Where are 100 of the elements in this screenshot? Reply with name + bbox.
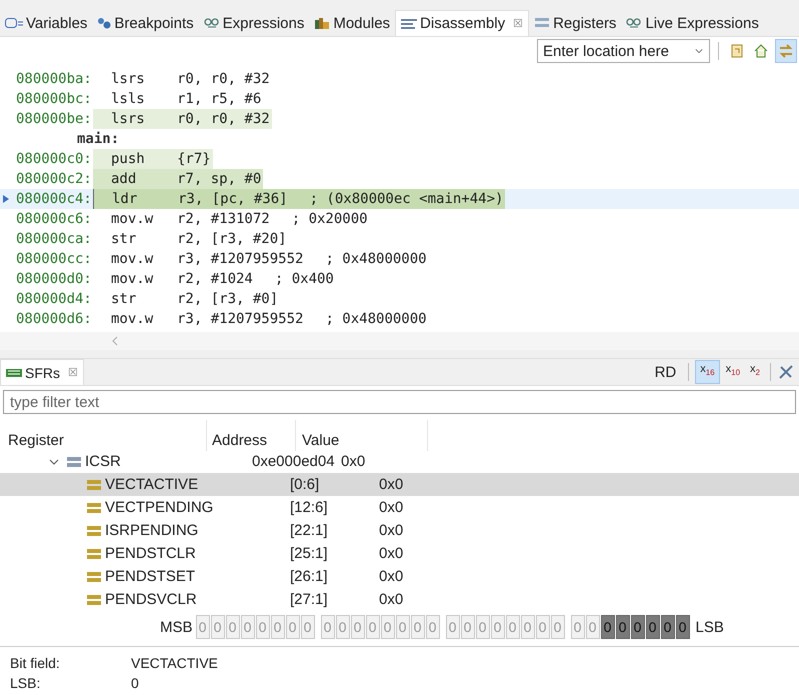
- detail-value: 0: [131, 675, 139, 693]
- view-tab[interactable]: Modules: [309, 10, 396, 36]
- lines-icon: [401, 18, 418, 28]
- tools-button[interactable]: [777, 363, 795, 381]
- register-name: ICSR: [85, 453, 121, 470]
- view-tab[interactable]: Expressions: [198, 10, 310, 36]
- view-tab[interactable]: Variables: [0, 10, 92, 36]
- address-text: 080000c2:: [16, 171, 93, 187]
- bit-range-cell-text: [25:1]: [289, 545, 329, 562]
- bit-cell[interactable]: 0: [520, 615, 535, 639]
- scroll-left-icon[interactable]: [112, 336, 118, 346]
- dropdown-caret-icon[interactable]: [695, 48, 703, 54]
- view-tab[interactable]: Registers: [529, 10, 622, 36]
- chevron-icon[interactable]: [49, 458, 59, 464]
- bit-range-cell-text: [27:1]: [289, 591, 329, 608]
- bit-range-cell-text: [0:6]: [289, 476, 320, 493]
- address-text: 080000bc:: [16, 91, 93, 107]
- bit-cell[interactable]: 0: [460, 615, 475, 639]
- lsb-label: LSB: [696, 618, 724, 636]
- value-cell-text: 0x0: [340, 453, 366, 470]
- bit-cell[interactable]: 0: [226, 615, 240, 639]
- column-header[interactable]: Value: [296, 420, 428, 451]
- glasses-icon: [204, 17, 220, 29]
- close-icon[interactable]: ☒: [68, 366, 78, 379]
- close-icon[interactable]: ☒: [513, 17, 524, 30]
- bit-cell[interactable]: 0: [300, 615, 315, 639]
- read-button[interactable]: RD: [648, 362, 682, 382]
- document-icon: [729, 43, 745, 59]
- bit-cell[interactable]: 0: [586, 615, 600, 639]
- bit-cell[interactable]: 0: [380, 615, 395, 639]
- address-text: 080000d4:: [16, 291, 93, 307]
- bit-cell[interactable]: 0: [676, 615, 690, 639]
- bit-cell[interactable]: 0: [616, 615, 630, 639]
- radix-button[interactable]: x$_{10}$: [722, 361, 744, 383]
- bit-cell[interactable]: 0: [256, 615, 270, 639]
- detail-label: LSB:: [10, 675, 42, 693]
- field-name: PENDSTCLR: [105, 545, 196, 562]
- bit-cell[interactable]: 0: [536, 615, 550, 639]
- bit-cell[interactable]: 0: [210, 615, 225, 639]
- field-row[interactable]: ISRPENDING [22:1] 0x0: [0, 519, 799, 542]
- bit-cell[interactable]: 0: [320, 615, 335, 639]
- bit-cell[interactable]: 0: [396, 615, 410, 639]
- bit-cell[interactable]: 0: [286, 615, 300, 639]
- bit-cell[interactable]: 0: [630, 615, 645, 639]
- location-dropdown[interactable]: Enter location here: [537, 39, 710, 63]
- value-cell-text: 0x0: [378, 568, 404, 585]
- field-row[interactable]: VECTPENDING [12:6] 0x0: [0, 496, 799, 519]
- bit-cell[interactable]: 0: [660, 615, 675, 639]
- field-row[interactable]: VECTACTIVE [0:6] 0x0: [0, 473, 799, 496]
- bit-cell[interactable]: 0: [476, 615, 490, 639]
- bit-cell[interactable]: 0: [426, 615, 440, 639]
- detail-value: VECTACTIVE: [131, 655, 218, 673]
- instruction-text: lsrs r0, r0, #32: [110, 70, 271, 89]
- bit-cell[interactable]: 0: [350, 615, 365, 639]
- field-row[interactable]: PENDSVCLR [27:1] 0x0: [0, 588, 799, 610]
- address-text: 080000d6:: [16, 311, 93, 327]
- view-tab[interactable]: Live Expressions: [621, 10, 764, 36]
- column-header[interactable]: Address: [207, 420, 296, 451]
- toolbar-button[interactable]: [775, 39, 797, 63]
- bit-cell[interactable]: 0: [646, 615, 660, 639]
- bit-range-cell-text: [22:1]: [289, 522, 329, 539]
- field-row[interactable]: PENDSTCLR [25:1] 0x0: [0, 542, 799, 565]
- bit-cell[interactable]: 0: [600, 615, 615, 639]
- bit-cell[interactable]: 0: [336, 615, 350, 639]
- bit-range-cell-text: [26:1]: [289, 568, 329, 585]
- bit-cell[interactable]: 0: [490, 615, 505, 639]
- bit-cell[interactable]: 0: [446, 615, 460, 639]
- instruction-text: add r7, sp, #0: [93, 169, 264, 189]
- view-tab[interactable]: Breakpoints: [92, 10, 199, 36]
- sfrs-tab[interactable]: SFRs ☒: [0, 359, 84, 385]
- bit-cell[interactable]: 0: [240, 615, 255, 639]
- bit-cell[interactable]: 0: [570, 615, 585, 639]
- variables-icon: [5, 18, 23, 28]
- bit-cell[interactable]: 0: [196, 615, 210, 639]
- bit-cell[interactable]: 0: [270, 615, 285, 639]
- value-cell-text: 0x0: [378, 476, 404, 493]
- value-cell-text: 0x0: [378, 545, 404, 562]
- bit-cell[interactable]: 0: [366, 615, 380, 639]
- instruction-text: mov.w r2, #131072 ; 0x20000: [110, 210, 369, 229]
- horizontal-scrollbar[interactable]: [0, 332, 799, 350]
- radix-button[interactable]: x$_{16}$: [695, 360, 720, 384]
- instruction-text: lsls r1, r5, #6: [110, 90, 262, 109]
- bit-cell[interactable]: 0: [550, 615, 565, 639]
- register-row[interactable]: ICSR 0xe000ed04 0x0: [0, 450, 799, 473]
- dots-icon: [97, 17, 112, 29]
- view-tab[interactable]: Disassembly ☒: [395, 10, 530, 36]
- books-icon: [314, 17, 330, 29]
- filter-field[interactable]: type filter text: [3, 390, 796, 414]
- radix-button[interactable]: x$_{2}$: [746, 361, 764, 383]
- instruction-text: lsrs r0, r0, #32: [93, 109, 272, 129]
- address-text: 080000c0:: [16, 151, 93, 167]
- address-text: 080000cc:: [16, 251, 93, 267]
- field-row[interactable]: PENDSTSET [26:1] 0x0: [0, 565, 799, 588]
- column-header[interactable]: Register: [0, 420, 207, 451]
- current-line-arrow-icon: [3, 195, 9, 203]
- address-text: 080000be:: [16, 111, 93, 127]
- instruction-text: mov.w r2, #1024 ; 0x400: [110, 270, 335, 289]
- function-label: main:: [77, 131, 120, 147]
- bit-cell[interactable]: 0: [506, 615, 520, 639]
- bit-cell[interactable]: 0: [410, 615, 425, 639]
